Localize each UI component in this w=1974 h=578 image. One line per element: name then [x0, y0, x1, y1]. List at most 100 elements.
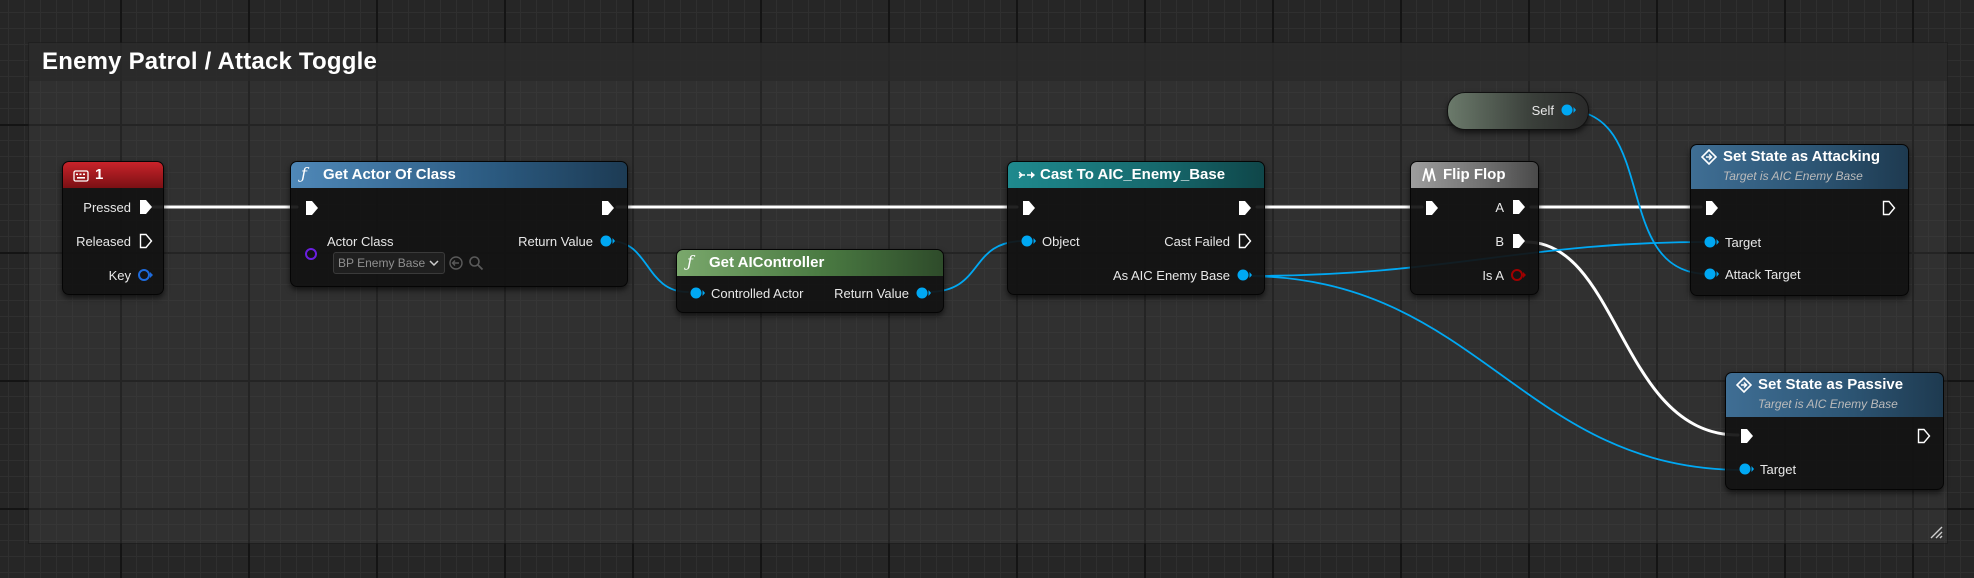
object-pin-icon	[1739, 463, 1754, 475]
bool-pin-icon	[1511, 269, 1526, 281]
node-header: Flip Flop	[1411, 162, 1538, 188]
self-pin[interactable]: Self	[1496, 103, 1576, 118]
cast-failed-pin[interactable]: Cast Failed	[1122, 233, 1252, 249]
function-icon: ƒ	[301, 164, 307, 183]
pin-label: Self	[1531, 103, 1554, 118]
comment-header[interactable]: Enemy Patrol / Attack Toggle	[29, 43, 1947, 81]
pin-label: Return Value	[834, 286, 909, 301]
pin-label: Target	[1760, 462, 1797, 477]
exec-out-pin-icon[interactable]	[1917, 428, 1931, 444]
chevron-down-icon	[429, 260, 439, 267]
pin-label: A	[1495, 200, 1504, 215]
exec-pin-icon	[1513, 200, 1525, 214]
pin-label: Pressed	[83, 200, 131, 215]
pin-label: Released	[76, 234, 131, 249]
exec-pin-icon	[1513, 234, 1525, 248]
node-title: Cast To AIC_Enemy_Base	[1040, 166, 1226, 183]
object-pin[interactable]: Object	[1020, 234, 1080, 249]
actor-class-dropdown[interactable]: BP Enemy Base	[333, 252, 445, 274]
exec-in-pin-icon[interactable]	[1022, 200, 1036, 216]
set-state-passive-node[interactable]: Set State as Passive Target is AIC Enemy…	[1725, 372, 1944, 490]
node-title: Set State as Passive	[1758, 376, 1904, 393]
object-pin-icon	[916, 287, 931, 299]
actor-class-pin[interactable]: Actor Class	[305, 234, 394, 260]
node-subtitle: Target is AIC Enemy Base	[1723, 169, 1863, 183]
macro-icon	[1422, 168, 1436, 182]
exec-pin-icon	[140, 200, 152, 214]
browse-search-icon[interactable]	[468, 255, 484, 271]
exec-pin-icon	[1238, 233, 1252, 249]
exec-in-pin-icon[interactable]	[1705, 200, 1719, 216]
key-event-node[interactable]: 1 Pressed Released Key	[62, 161, 164, 295]
get-actor-of-class-node[interactable]: ƒ Get Actor Of Class Actor Class Return …	[290, 161, 628, 287]
comment-title: Enemy Patrol / Attack Toggle	[42, 48, 378, 75]
exec-out-pin-icon[interactable]	[1238, 200, 1252, 216]
pin-label: Actor Class	[327, 234, 394, 249]
pin-label: B	[1495, 234, 1504, 249]
return-value-pin[interactable]: Return Value	[475, 234, 615, 249]
pin-label: Controlled Actor	[711, 286, 804, 301]
pin-label: Return Value	[518, 234, 593, 249]
dropdown-value: BP Enemy Base	[338, 256, 426, 270]
object-pin-icon	[690, 287, 705, 299]
pressed-pin[interactable]: Pressed	[68, 200, 153, 215]
object-pin-icon	[1237, 269, 1252, 281]
object-pin-icon	[1561, 104, 1576, 116]
cast-to-node[interactable]: Cast To AIC_Enemy_Base Object Cast Faile…	[1007, 161, 1265, 295]
node-title: 1	[95, 166, 104, 183]
object-pin-icon	[600, 235, 615, 247]
pin-label: Key	[108, 268, 131, 283]
node-header: Cast To AIC_Enemy_Base	[1008, 162, 1264, 188]
attack-target-pin[interactable]: Attack Target	[1703, 267, 1801, 282]
flip-flop-node[interactable]: Flip Flop A B Is A	[1410, 161, 1539, 295]
node-title: Flip Flop	[1443, 166, 1506, 183]
comment-box[interactable]: Enemy Patrol / Attack Toggle	[28, 42, 1948, 544]
node-header: ƒ Get AIController	[677, 250, 943, 276]
self-node[interactable]: Self	[1447, 92, 1589, 130]
pin-label: Attack Target	[1725, 267, 1801, 282]
target-pin[interactable]: Target	[1738, 462, 1796, 477]
node-header: Set State as Passive Target is AIC Enemy…	[1726, 373, 1943, 417]
object-pin-icon	[1021, 235, 1036, 247]
pin-label: Cast Failed	[1164, 234, 1230, 249]
exec-in-pin-icon[interactable]	[305, 200, 319, 216]
get-ai-controller-node[interactable]: ƒ Get AIController Controlled Actor Retu…	[676, 249, 944, 313]
exec-pin-icon	[139, 233, 153, 249]
function-call-icon	[1701, 149, 1717, 165]
pin-label: As AIC Enemy Base	[1112, 268, 1230, 283]
object-pin-icon	[1704, 268, 1719, 280]
exec-out-pin-icon[interactable]	[1882, 200, 1896, 216]
node-title: Set State as Attacking	[1723, 148, 1880, 165]
b-pin[interactable]: B	[1466, 234, 1526, 249]
set-state-attacking-node[interactable]: Set State as Attacking Target is AIC Ene…	[1690, 144, 1909, 296]
is-a-pin[interactable]: Is A	[1456, 268, 1526, 283]
node-header: Set State as Attacking Target is AIC Ene…	[1691, 145, 1908, 189]
struct-pin-icon	[138, 269, 153, 281]
a-pin[interactable]: A	[1466, 200, 1526, 215]
pin-label: Is A	[1482, 268, 1504, 283]
object-pin-icon	[1704, 236, 1719, 248]
as-aic-enemy-base-pin[interactable]: As AIC Enemy Base	[1062, 268, 1252, 283]
node-header: ƒ Get Actor Of Class	[291, 162, 627, 188]
controlled-actor-pin[interactable]: Controlled Actor	[689, 286, 804, 301]
node-subtitle: Target is AIC Enemy Base	[1758, 397, 1898, 411]
node-title: Get Actor Of Class	[323, 166, 456, 183]
use-selected-icon[interactable]	[448, 255, 464, 271]
node-title: Get AIController	[709, 254, 825, 271]
resize-grip-icon[interactable]	[1927, 523, 1943, 539]
exec-in-pin-icon[interactable]	[1425, 200, 1439, 216]
function-call-icon	[1736, 377, 1752, 393]
pin-label: Object	[1042, 234, 1080, 249]
node-header: 1	[63, 162, 163, 188]
cast-icon	[1018, 171, 1035, 179]
return-value-pin[interactable]: Return Value	[801, 286, 931, 301]
key-pin[interactable]: Key	[68, 268, 153, 283]
target-pin[interactable]: Target	[1703, 235, 1761, 250]
function-icon: ƒ	[687, 252, 693, 271]
keyboard-icon	[73, 170, 89, 182]
exec-out-pin-icon[interactable]	[601, 200, 615, 216]
released-pin[interactable]: Released	[68, 233, 153, 249]
class-pin-icon	[305, 248, 317, 260]
exec-in-pin-icon[interactable]	[1740, 428, 1754, 444]
pin-label: Target	[1725, 235, 1762, 250]
